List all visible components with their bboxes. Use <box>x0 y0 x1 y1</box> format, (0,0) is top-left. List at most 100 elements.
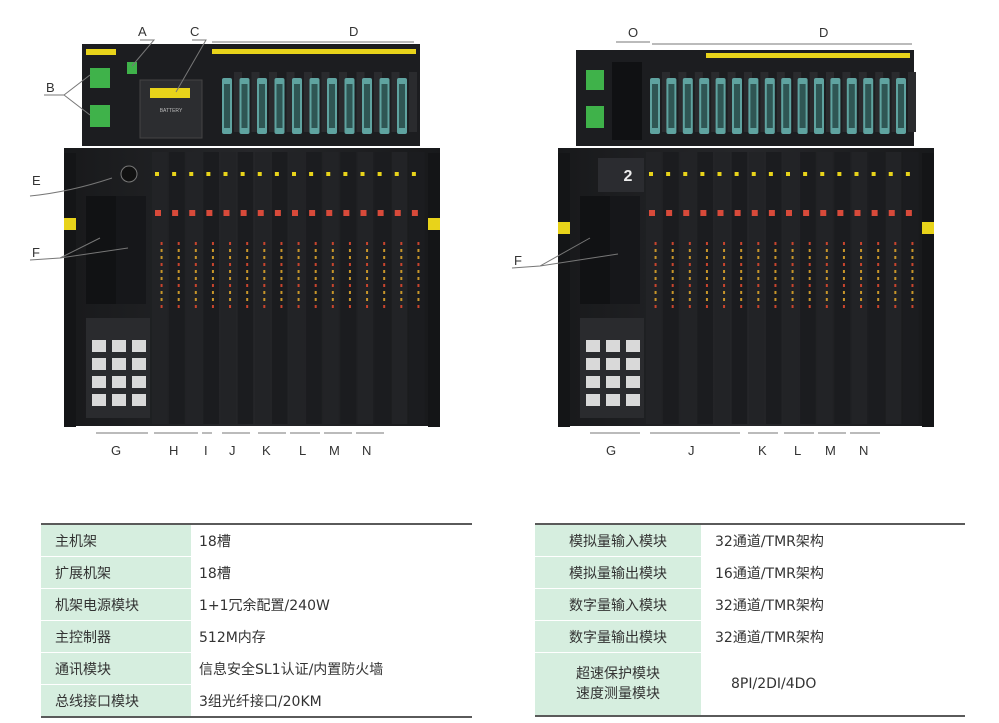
channel-led <box>688 242 691 245</box>
channel-led <box>280 298 283 301</box>
spec-key: 通讯模块 <box>41 652 191 685</box>
connector-housing <box>409 72 417 132</box>
rack-latch-left <box>64 218 76 230</box>
channel-led <box>177 298 180 301</box>
channel-led <box>688 277 691 280</box>
io-module <box>748 152 765 424</box>
status-led <box>905 172 910 176</box>
channel-led <box>842 263 845 266</box>
channel-led <box>791 242 794 245</box>
status-led <box>888 172 893 176</box>
channel-led <box>194 270 197 273</box>
channel-led <box>740 298 743 301</box>
channel-led <box>911 263 914 266</box>
io-module <box>289 152 305 424</box>
fault-led <box>717 210 724 216</box>
spec-key: 数字量输出模块 <box>535 620 701 653</box>
table-row: 超速保护模块 速度测量模块 8PI/2DI/4DO <box>535 652 965 717</box>
channel-led <box>842 284 845 287</box>
connector-slot <box>848 84 855 128</box>
channel-led <box>740 263 743 266</box>
spec-value: 32通道/TMR架构 <box>701 523 965 557</box>
rack-diagram: BATTERY 2 A B C D E F G H I J K L M N O … <box>29 24 934 458</box>
network-port <box>92 340 106 352</box>
channel-led <box>366 305 369 308</box>
channel-led <box>211 291 214 294</box>
spec-value: 信息安全SL1认证/内置防火墙 <box>191 652 472 685</box>
connector-slot <box>832 84 839 128</box>
channel-led <box>160 277 163 280</box>
channel-led <box>911 277 914 280</box>
channel-led <box>688 256 691 259</box>
fault-led <box>888 210 895 216</box>
status-led <box>411 172 416 176</box>
channel-led <box>348 305 351 308</box>
status-led <box>189 172 194 176</box>
channel-led <box>911 249 914 252</box>
channel-led <box>348 298 351 301</box>
channel-led <box>705 291 708 294</box>
connector-slot <box>311 84 318 128</box>
callout-c: C <box>190 24 199 39</box>
network-port <box>112 394 126 406</box>
io-module <box>391 152 408 424</box>
channel-led <box>383 305 386 308</box>
channel-led <box>860 263 863 266</box>
network-port <box>92 358 106 370</box>
io-module <box>714 152 731 424</box>
channel-led <box>263 263 266 266</box>
channel-led <box>757 305 760 308</box>
status-led <box>803 172 808 176</box>
channel-led <box>280 284 283 287</box>
channel-led <box>825 298 828 301</box>
channel-led <box>688 291 691 294</box>
channel-led <box>671 256 674 259</box>
channel-led <box>211 249 214 252</box>
channel-led <box>825 277 828 280</box>
callout-g: G <box>111 443 121 458</box>
channel-led <box>314 277 317 280</box>
connector-slot <box>259 84 265 128</box>
callout-o: O <box>628 25 638 40</box>
channel-led <box>400 305 403 308</box>
channel-led <box>331 277 334 280</box>
callout-e: E <box>32 173 41 188</box>
spec-table-left: 主机架 18槽 扩展机架 18槽 机架电源模块 1+1冗余配置/240W 主控制器 51… <box>41 523 472 718</box>
channel-led <box>417 242 420 245</box>
status-led <box>274 172 279 176</box>
channel-led <box>808 305 811 308</box>
channel-led <box>177 284 180 287</box>
io-module <box>834 152 850 424</box>
channel-led <box>177 242 180 245</box>
channel-led <box>877 305 880 308</box>
channel-led <box>791 305 794 308</box>
fault-led <box>274 210 281 216</box>
channel-led <box>860 270 863 273</box>
channel-led <box>417 305 420 308</box>
channel-led <box>774 256 777 259</box>
channel-led <box>229 298 232 301</box>
channel-led <box>280 305 283 308</box>
channel-led <box>654 305 657 308</box>
network-port <box>92 376 106 388</box>
channel-led <box>348 249 351 252</box>
channel-led <box>229 270 232 273</box>
spec-value: 16通道/TMR架构 <box>701 556 965 589</box>
io-module <box>271 152 288 424</box>
channel-led <box>246 277 249 280</box>
channel-led <box>229 277 232 280</box>
io-module <box>663 152 679 424</box>
channel-led <box>348 256 351 259</box>
channel-led <box>842 298 845 301</box>
network-port <box>606 394 620 406</box>
network-port <box>112 376 126 388</box>
callout-g-expansion: G <box>606 443 616 458</box>
channel-led <box>417 291 420 294</box>
connector-slot <box>717 84 724 128</box>
status-led <box>257 172 262 176</box>
channel-led <box>263 284 266 287</box>
channel-led <box>331 263 334 266</box>
channel-led <box>366 284 369 287</box>
channel-led <box>757 256 760 259</box>
channel-led <box>229 242 232 245</box>
